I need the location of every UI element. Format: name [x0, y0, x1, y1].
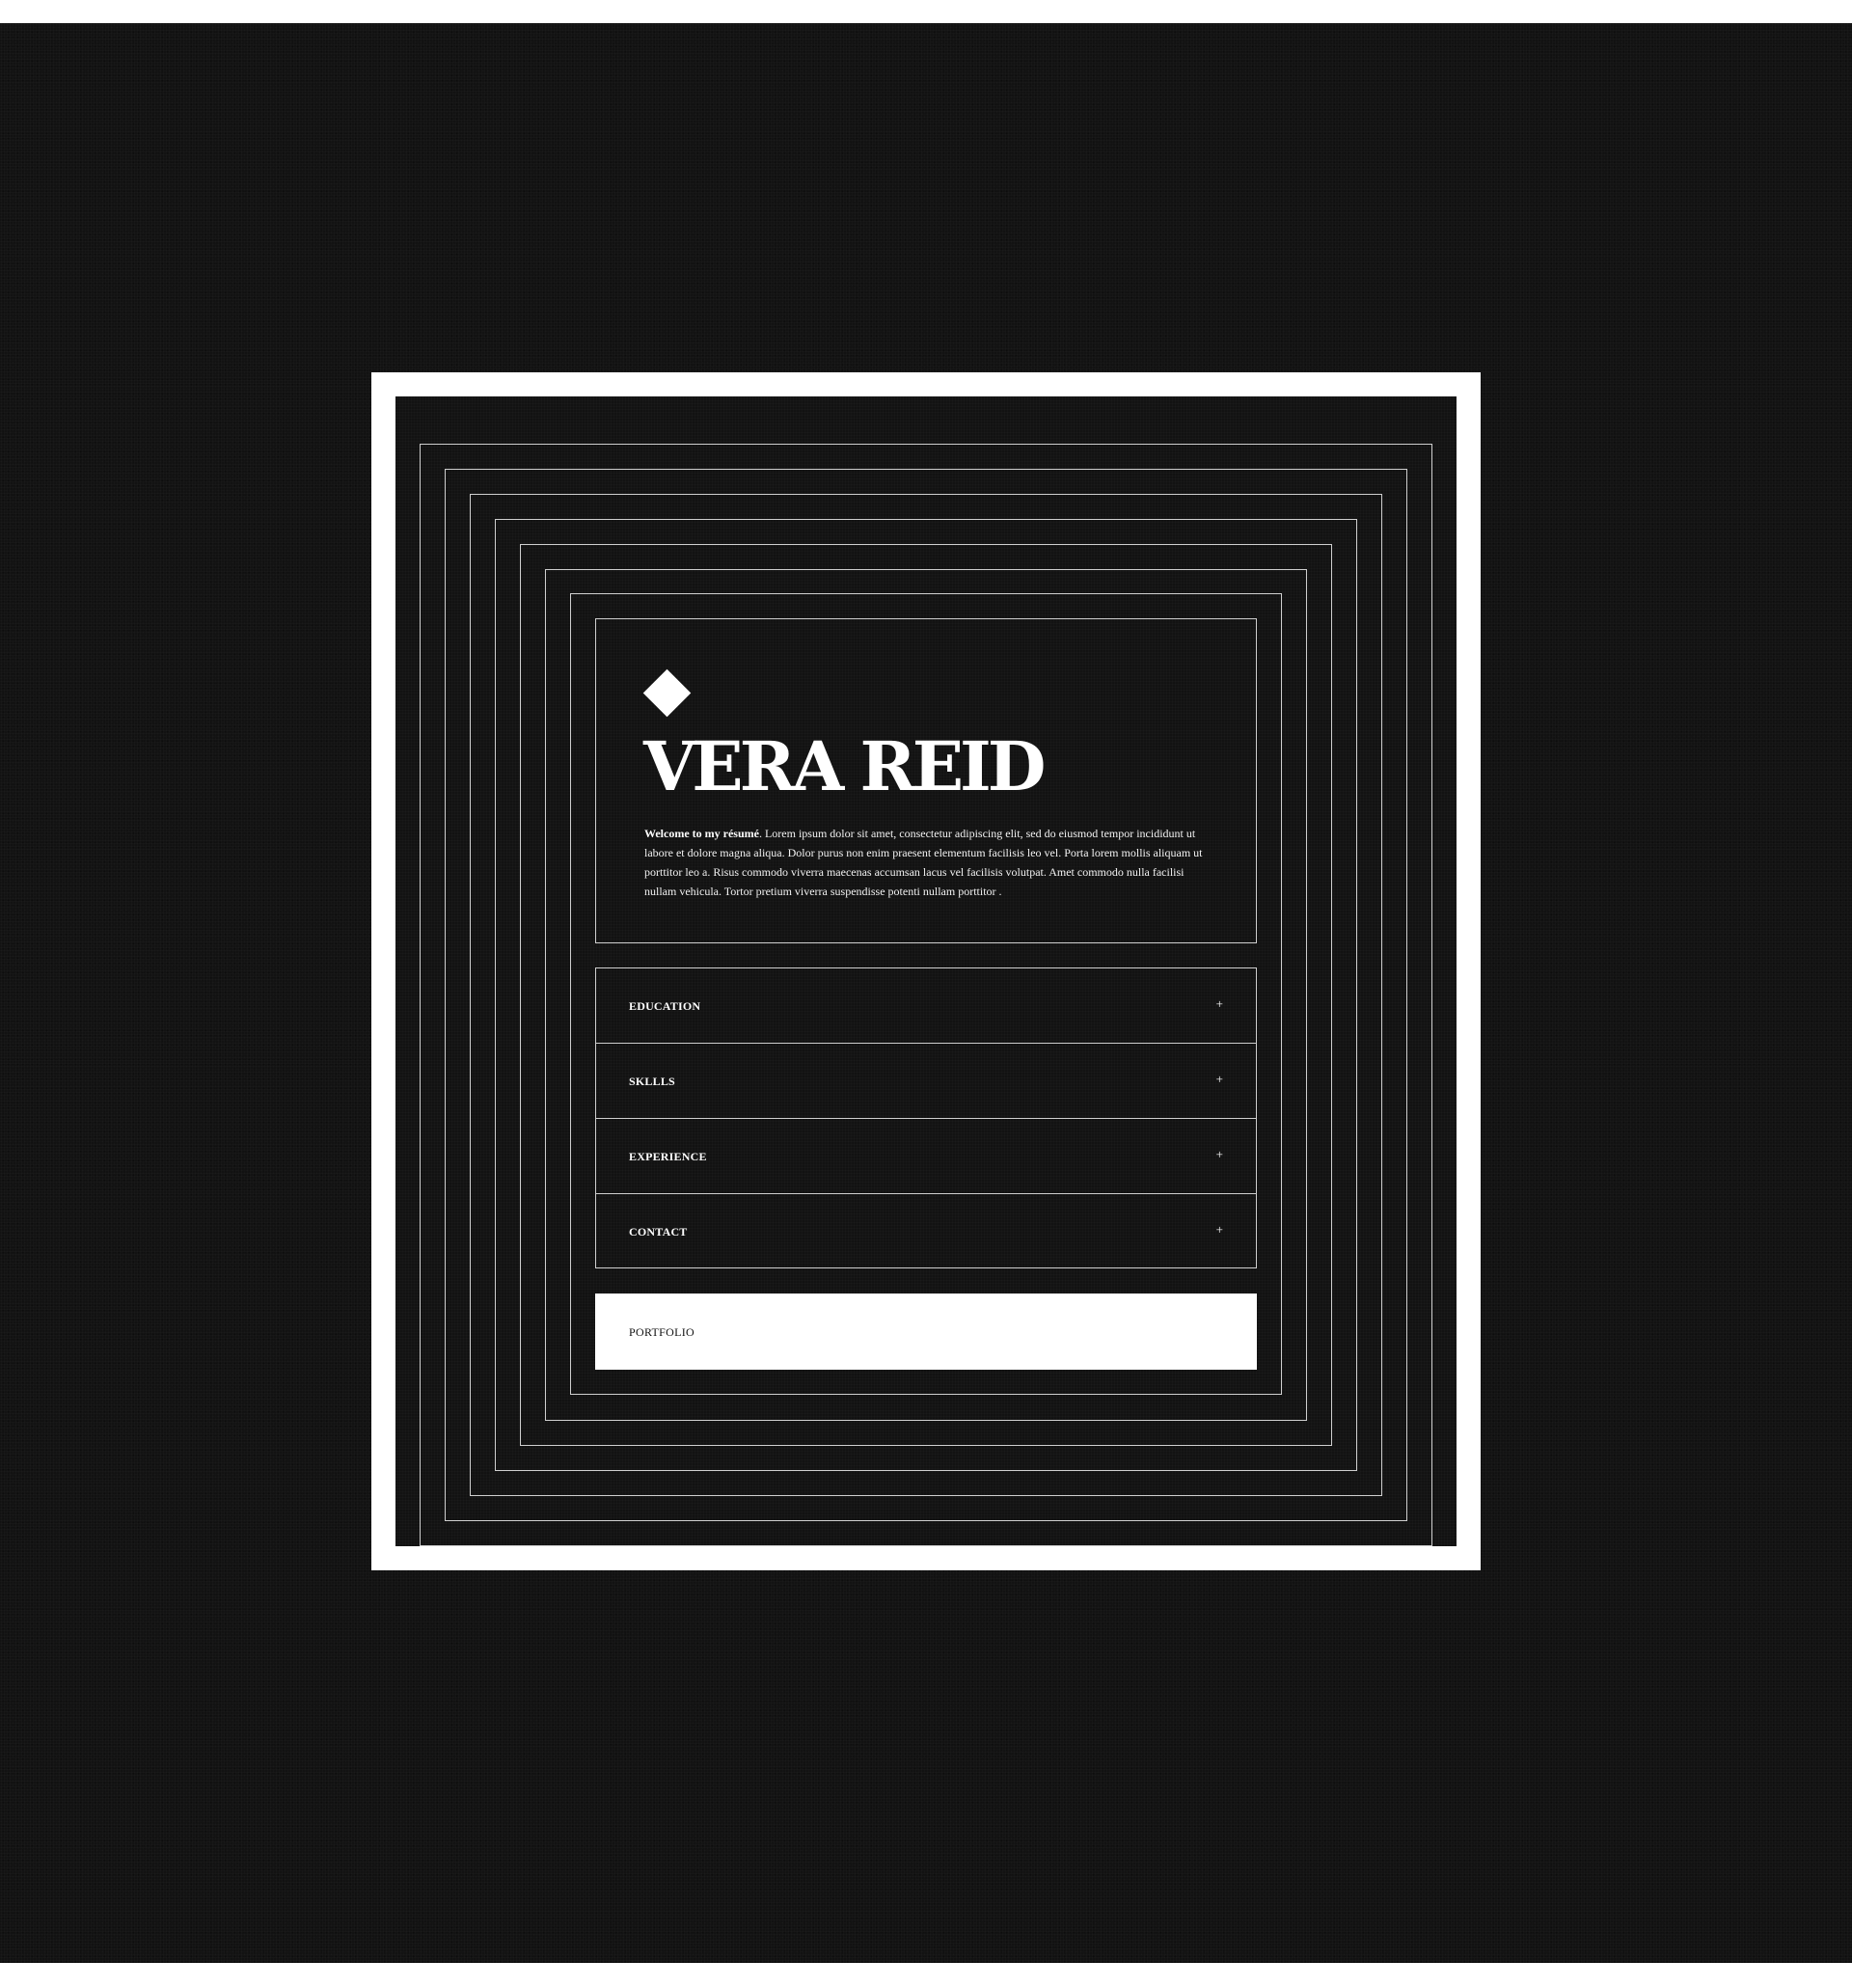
- intro-bold: Welcome to my résumé: [644, 827, 759, 840]
- portfolio-button[interactable]: PORTFOLIO: [595, 1294, 1257, 1370]
- expand-plus-icon[interactable]: +: [1216, 1073, 1223, 1085]
- accordion-label: EDUCATION: [629, 999, 701, 1013]
- accordion-item-experience[interactable]: EXPERIENCE +: [596, 1119, 1256, 1194]
- accordion-label: EXPERIENCE: [629, 1150, 707, 1163]
- hero-panel: VERA REID Welcome to my résumé. Lorem ip…: [595, 618, 1257, 943]
- accordion-label: CONTACT: [629, 1225, 688, 1239]
- expand-plus-icon[interactable]: +: [1216, 997, 1223, 1010]
- page-title: VERA REID: [643, 726, 1046, 806]
- expand-plus-icon[interactable]: +: [1216, 1148, 1223, 1160]
- accordion-label: SKLLLS: [629, 1075, 675, 1088]
- accordion-item-skills[interactable]: SKLLLS +: [596, 1044, 1256, 1119]
- diamond-logo-icon: [642, 668, 692, 718]
- accordion-item-education[interactable]: EDUCATION +: [596, 968, 1256, 1044]
- portfolio-button-label: PORTFOLIO: [629, 1325, 694, 1339]
- resume-sections-accordion: EDUCATION + SKLLLS + EXPERIENCE + CONTAC…: [595, 967, 1257, 1268]
- expand-plus-icon[interactable]: +: [1216, 1223, 1223, 1236]
- intro-paragraph: Welcome to my résumé. Lorem ipsum dolor …: [644, 824, 1204, 901]
- accordion-item-contact[interactable]: CONTACT +: [596, 1194, 1256, 1269]
